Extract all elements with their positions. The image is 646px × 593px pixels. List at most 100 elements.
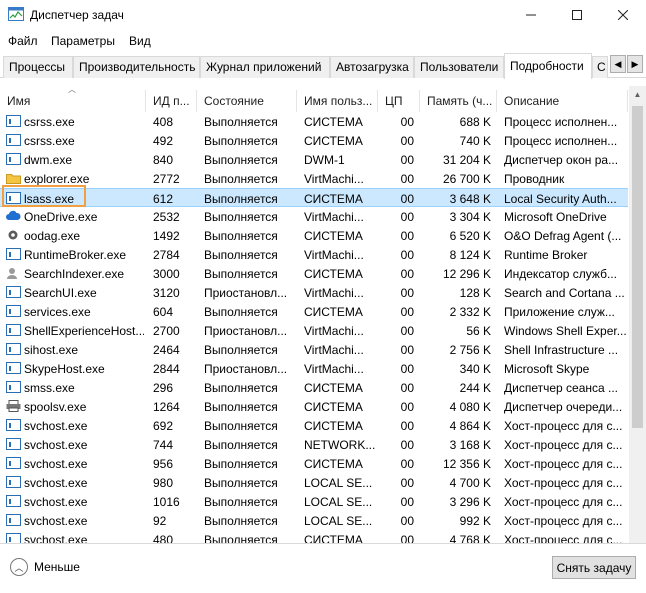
maximize-button[interactable] — [554, 0, 600, 30]
cell-name: svchost.exe — [24, 476, 88, 490]
tab-app-history[interactable]: Журнал приложений — [200, 56, 330, 78]
tab-strip: Процессы Производительность Журнал прило… — [0, 53, 646, 79]
cell-desc: Хост-процесс для с... — [504, 514, 623, 528]
table-row[interactable]: spoolsv.exe 1264 Выполняется СИСТЕМА 00 4 080… — [0, 397, 628, 416]
cell-name: sihost.exe — [24, 343, 79, 357]
tab-startup[interactable]: Автозагрузка — [330, 56, 414, 78]
scrollbar-thumb[interactable] — [632, 106, 643, 428]
cell-desc: O&O Defrag Agent (... — [504, 229, 622, 243]
column-description[interactable]: Описание — [497, 90, 628, 112]
fewer-details-button[interactable]: ︿ Меньше — [10, 556, 80, 578]
cell-name: svchost.exe — [24, 514, 88, 528]
tab-users[interactable]: Пользователи — [414, 56, 504, 78]
table-row[interactable]: ShellExperienceHost.... 2700 Приостановл..… — [0, 321, 628, 340]
app-icon — [6, 134, 21, 146]
scroll-up-button[interactable]: ▲ — [629, 86, 646, 103]
folder-icon — [6, 172, 21, 184]
column-name[interactable]: ︿ Имя — [0, 90, 146, 112]
cell-state: Выполняется — [204, 381, 278, 395]
table-row[interactable]: csrss.exe 492 Выполняется СИСТЕМА 00 740 K Про… — [0, 131, 628, 150]
app-icon — [6, 495, 21, 507]
table-row[interactable]: svchost.exe 692 Выполняется СИСТЕМА 00 4 864 … — [0, 416, 628, 435]
cell-pid: 3120 — [153, 286, 180, 300]
cell-mem: 4 080 K — [449, 400, 491, 414]
table-row[interactable]: svchost.exe 92 Выполняется LOCAL SE... 00 992… — [0, 511, 628, 530]
cell-pid: 2784 — [153, 248, 180, 262]
cell-name: oodag.exe — [24, 229, 81, 243]
cell-state: Выполняется — [204, 419, 278, 433]
cell-mem: 12 356 K — [442, 457, 491, 471]
table-row[interactable]: smss.exe 296 Выполняется СИСТЕМА 00 244 K Дисп… — [0, 378, 628, 397]
cell-desc: Диспетчер сеанса ... — [504, 381, 619, 395]
app-icon — [6, 343, 21, 355]
cell-cpu: 00 — [400, 495, 414, 509]
column-state[interactable]: Состояние — [197, 90, 297, 112]
cell-user: VirtMachi... — [304, 343, 364, 357]
cell-pid: 1264 — [153, 400, 180, 414]
tab-services[interactable]: С — [592, 56, 608, 78]
menu-options[interactable]: Параметры — [51, 34, 115, 48]
cell-cpu: 00 — [400, 343, 414, 357]
app-icon — [6, 324, 21, 336]
table-row[interactable]: dwm.exe 840 Выполняется DWM-1 00 31 204 K Дисп… — [0, 150, 628, 169]
printer-icon — [6, 400, 21, 412]
column-user[interactable]: Имя польз... — [297, 90, 378, 112]
column-memory[interactable]: Память (ч... — [420, 90, 497, 112]
table-row[interactable]: SearchUI.exe 3120 Приостановл... VirtMachi.… — [0, 283, 628, 302]
cell-cpu: 00 — [400, 400, 414, 414]
table-row[interactable]: explorer.exe 2772 Выполняется VirtMachi... 0… — [0, 169, 628, 188]
tab-performance[interactable]: Производительность — [73, 56, 200, 78]
cell-name: smss.exe — [24, 381, 75, 395]
table-row[interactable]: svchost.exe 956 Выполняется СИСТЕМА 00 12 356… — [0, 454, 628, 473]
cell-cpu: 00 — [400, 210, 414, 224]
cell-pid: 3000 — [153, 267, 180, 281]
column-cpu[interactable]: ЦП — [378, 90, 420, 112]
chevron-left-icon: ◀ — [614, 58, 622, 69]
cell-desc: Microsoft Skype — [504, 362, 590, 376]
cell-pid: 612 — [153, 192, 174, 206]
table-row[interactable]: oodag.exe 1492 Выполняется СИСТЕМА 00 6 520 K… — [0, 226, 628, 245]
table-row[interactable]: svchost.exe 1016 Выполняется LOCAL SE... 00 3… — [0, 492, 628, 511]
close-button[interactable] — [600, 0, 646, 30]
cell-name: dwm.exe — [24, 153, 73, 167]
cell-state: Приостановл... — [204, 362, 288, 376]
cell-name: OneDrive.exe — [24, 210, 98, 224]
cell-user: LOCAL SE... — [304, 495, 373, 509]
app-icon — [6, 476, 21, 488]
tab-scroll-left-button[interactable]: ◀ — [610, 55, 626, 73]
menu-view[interactable]: Вид — [129, 34, 151, 48]
table-row[interactable]: RuntimeBroker.exe 2784 Выполняется VirtMach… — [0, 245, 628, 264]
table-row[interactable]: SkypeHost.exe 2844 Приостановл... VirtMachi… — [0, 359, 628, 378]
window-title: Диспетчер задач — [30, 8, 124, 22]
cell-mem: 3 304 K — [449, 210, 491, 224]
cell-mem: 4 700 K — [449, 476, 491, 490]
app-icon — [6, 438, 21, 450]
tab-details[interactable]: Подробности — [504, 53, 592, 79]
end-task-button[interactable]: Снять задачу — [552, 556, 636, 579]
minimize-button[interactable] — [508, 0, 554, 30]
table-row[interactable]: svchost.exe 980 Выполняется LOCAL SE... 00 4 … — [0, 473, 628, 492]
table-row[interactable]: lsass.exe 612 Выполняется СИСТЕМА 00 3 648 KL… — [0, 185, 628, 207]
table-row[interactable]: services.exe 604 Выполняется СИСТЕМА 00 2 332… — [0, 302, 628, 321]
table-row[interactable]: OneDrive.exe 2532 Выполняется VirtMachi... 0… — [0, 207, 628, 226]
cell-mem: 128 K — [459, 286, 491, 300]
tab-scroll-right-button[interactable]: ▶ — [627, 55, 643, 73]
table-row[interactable]: csrss.exe 408 Выполняется СИСТЕМА 00 688 K Про… — [0, 112, 628, 131]
vertical-scrollbar[interactable]: ▲ — [629, 86, 646, 543]
table-row[interactable]: svchost.exe 480 Выполняется СИСТЕМА 00 4 768 … — [0, 530, 628, 543]
cell-cpu: 00 — [400, 153, 414, 167]
cell-desc: Хост-процесс для с... — [504, 457, 623, 471]
cell-user: СИСТЕМА — [304, 192, 363, 206]
cell-user: СИСТЕМА — [304, 419, 363, 433]
column-pid[interactable]: ИД п... — [146, 90, 197, 112]
app-icon — [6, 362, 21, 374]
cell-user: VirtMachi... — [304, 172, 364, 186]
table-row[interactable]: SearchIndexer.exe 3000 Выполняется СИСТЕМА 0… — [0, 264, 628, 283]
table-row[interactable]: svchost.exe 744 Выполняется NETWORK... 00 3 1… — [0, 435, 628, 454]
cell-pid: 1492 — [153, 229, 180, 243]
cell-desc: Диспетчер очереди... — [504, 400, 623, 414]
tab-processes[interactable]: Процессы — [3, 56, 73, 78]
cell-mem: 2 756 K — [449, 343, 491, 357]
menu-file[interactable]: Файл — [8, 34, 38, 48]
table-row[interactable]: sihost.exe 2464 Выполняется VirtMachi... 00 2… — [0, 340, 628, 359]
